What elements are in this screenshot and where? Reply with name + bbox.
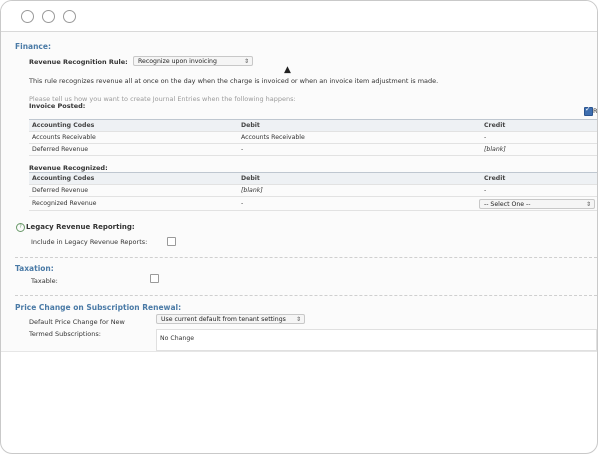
column-header: Debit: [238, 172, 481, 185]
invoice-posted-table: Accounting Codes Debit Credit Accounts R…: [29, 119, 597, 156]
default-price-change-value: Use current default from tenant settings: [161, 316, 286, 323]
table-cell: -: [481, 184, 597, 197]
close-window-button[interactable]: [21, 10, 34, 23]
invoice-posted-checkbox-label: R: [593, 107, 597, 115]
taxable-label: Taxable:: [31, 277, 58, 285]
help-icon[interactable]: ?: [16, 223, 25, 232]
invoice-posted-checkbox[interactable]: [584, 105, 593, 116]
legacy-section-title: Legacy Revenue Reporting:: [26, 223, 135, 231]
window-titlebar: [1, 1, 597, 32]
invoice-posted-title: Invoice Posted:: [29, 102, 86, 110]
table-cell: [blank]: [481, 143, 597, 156]
rule-description: This rule recognizes revenue all at once…: [29, 77, 439, 85]
select-arrow-icon: ⇕: [585, 201, 591, 208]
mouse-cursor-icon: ▲: [284, 65, 291, 75]
column-header: Credit: [481, 119, 597, 132]
table-cell: [blank]: [238, 184, 481, 197]
default-price-change-select[interactable]: Use current default from tenant settings…: [156, 314, 305, 324]
taxation-section-title: Taxation:: [15, 264, 54, 273]
column-header: Debit: [238, 119, 481, 132]
table-cell: Recognized Revenue: [29, 196, 238, 211]
revenue-rule-label: Revenue Recognition Rule:: [29, 58, 128, 66]
credit-account-select[interactable]: -- Select One -- ⇕: [479, 199, 595, 209]
table-cell: -: [238, 143, 481, 156]
revenue-rule-select[interactable]: Recognize upon invoicing ⇕: [133, 56, 253, 66]
table-cell: Accounts Receivable: [238, 131, 481, 144]
section-divider: [15, 295, 597, 296]
revenue-recognized-title: Revenue Recognized:: [29, 164, 108, 172]
zoom-window-button[interactable]: [63, 10, 76, 23]
termed-subscriptions-field[interactable]: No Change: [156, 329, 597, 351]
select-arrow-icon: ⇕: [295, 316, 301, 323]
table-header-row: Accounting Codes Debit Credit: [29, 172, 597, 185]
table-cell: Deferred Revenue: [29, 184, 238, 197]
price-change-section-title: Price Change on Subscription Renewal:: [15, 303, 182, 312]
finance-section-title: Finance:: [15, 42, 51, 51]
minimize-window-button[interactable]: [42, 10, 55, 23]
credit-account-value: -- Select One --: [484, 201, 531, 208]
table-cell: Deferred Revenue: [29, 143, 238, 156]
table-cell: Accounts Receivable: [29, 131, 238, 144]
termed-subscriptions-label: Termed Subscriptions:: [29, 330, 101, 338]
product-charge-form: Finance: Revenue Recognition Rule: Recog…: [1, 32, 597, 352]
revenue-rule-value: Recognize upon invoicing: [138, 58, 217, 65]
column-header: Accounting Codes: [29, 119, 238, 132]
taxable-checkbox[interactable]: [150, 274, 159, 283]
select-arrow-icon: ⇕: [243, 58, 249, 65]
column-header: Credit: [481, 172, 597, 185]
termed-subscriptions-value: No Change: [160, 335, 195, 342]
legacy-include-checkbox[interactable]: [167, 237, 176, 246]
table-row: Deferred Revenue [blank] -: [29, 184, 597, 197]
legacy-include-label: Include in Legacy Revenue Reports:: [31, 238, 148, 246]
browser-window: Finance: Revenue Recognition Rule: Recog…: [0, 0, 598, 454]
content-bottom-border: [1, 351, 597, 352]
table-cell: -: [238, 196, 481, 211]
column-header: Accounting Codes: [29, 172, 238, 185]
default-price-change-label: Default Price Change for New: [29, 318, 125, 326]
table-header-row: Accounting Codes Debit Credit: [29, 119, 597, 132]
table-cell: -: [481, 131, 597, 144]
section-divider: [15, 257, 597, 258]
table-row: Deferred Revenue - [blank]: [29, 143, 597, 156]
table-row: Accounts Receivable Accounts Receivable …: [29, 131, 597, 144]
